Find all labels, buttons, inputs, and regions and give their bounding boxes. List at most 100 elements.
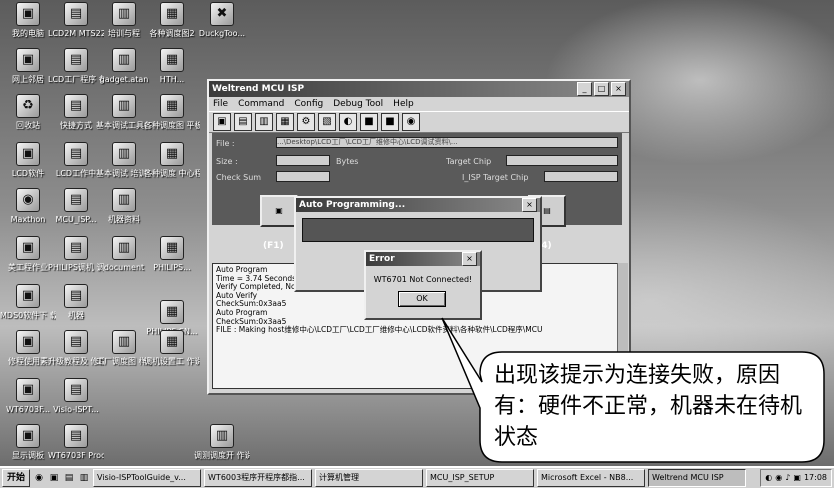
network-icon: ▣ — [16, 48, 40, 72]
desktop-icon[interactable]: ▦调机设置工 作说明 — [144, 330, 200, 367]
taskbar-item-active[interactable]: Weltrend MCU ISP — [648, 469, 747, 487]
recycle-bin-icon: ♻ — [16, 94, 40, 118]
folder-icon: ▤ — [64, 188, 88, 212]
checksum-field — [276, 171, 330, 182]
close-button[interactable]: × — [522, 198, 537, 212]
document-icon: ▦ — [160, 330, 184, 354]
dialog-titlebar[interactable]: Error × — [366, 252, 480, 266]
browser-icon[interactable]: ◉ — [33, 471, 45, 485]
taskbar-item[interactable]: 计算机管理 — [315, 469, 424, 487]
error-dialog: Error × WT6701 Not Connected! OK — [364, 250, 482, 320]
desktop-icon[interactable]: ▦ 各种调度图 平板 — [144, 94, 200, 131]
size-field — [276, 155, 330, 166]
menu-debug-tool[interactable]: Debug Tool — [333, 99, 383, 109]
document-icon: ▥ — [112, 94, 136, 118]
taskbar-item[interactable]: Microsoft Excel - NB8... — [537, 469, 646, 487]
folder-icon: ▤ — [64, 2, 88, 26]
dialog-title: Error — [369, 254, 395, 264]
clock[interactable]: 17:08 — [804, 470, 827, 486]
maximize-button[interactable]: □ — [594, 82, 609, 96]
volume-icon[interactable]: ♪ — [785, 470, 790, 486]
document-icon: ▥ — [112, 236, 136, 260]
window-title: Weltrend MCU ISP — [212, 84, 305, 94]
display-icon: ▣ — [16, 424, 40, 448]
document-icon: ▤ — [64, 378, 88, 402]
error-message: WT6701 Not Connected! — [373, 275, 473, 284]
desktop-icon[interactable]: ▥调测调度开 作说明 — [194, 424, 250, 461]
menu-command[interactable]: Command — [238, 99, 284, 109]
auto-button[interactable]: ▣ — [260, 195, 298, 227]
help-icon[interactable]: ◉ — [402, 113, 420, 131]
document-icon: ▥ — [210, 424, 234, 448]
dialog-titlebar[interactable]: Auto Programming... × — [296, 198, 540, 212]
media-icon[interactable]: ▥ — [78, 471, 90, 485]
display-icon[interactable]: ▣ — [793, 470, 801, 486]
taskbar-item[interactable]: Visio-ISPToolGuide_v... — [93, 469, 202, 487]
minimize-button[interactable]: _ — [577, 82, 592, 96]
erase-icon[interactable]: ■ — [381, 113, 399, 131]
save-icon[interactable]: ▤ — [234, 113, 252, 131]
explorer-icon[interactable]: ▤ — [63, 471, 75, 485]
window-titlebar[interactable]: Weltrend MCU ISP _ □ × — [209, 81, 629, 97]
desktop-icon[interactable]: ▦ 各种调度图2 — [144, 2, 200, 39]
menu-help[interactable]: Help — [393, 99, 414, 109]
desktop-icon[interactable]: ▤WT6703F ProductionT... — [48, 424, 104, 461]
network-icon[interactable]: ◐ — [765, 470, 772, 486]
desktop: ▣我的电脑 ▤LCD2M MTS22 21... ▥培训与程 ▦各种调度图2 ✖… — [0, 0, 834, 466]
dialog-title: Auto Programming... — [299, 200, 406, 210]
folder-icon: ▤ — [64, 142, 88, 166]
stop-icon[interactable]: ■ — [360, 113, 378, 131]
status-icon[interactable]: ◉ — [775, 470, 782, 486]
target-chip-label: Target Chip — [446, 157, 492, 166]
target-chip-field[interactable] — [506, 155, 618, 166]
close-button[interactable]: × — [462, 252, 477, 266]
menu-config[interactable]: Config — [294, 99, 323, 109]
desktop-icon[interactable]: ▤ Visio-ISPT... — [48, 378, 104, 415]
size-label: Size : — [216, 157, 238, 166]
desktop-icon[interactable]: ✖ DuckgToo... — [194, 2, 250, 39]
document-icon: ▦ — [160, 236, 184, 260]
desktop-icon[interactable]: ▤ 机器 — [48, 284, 104, 321]
desktop-icon[interactable]: ▦ PHILIPS... — [144, 236, 200, 273]
menu-bar: File Command Config Debug Tool Help — [209, 97, 629, 111]
tool-icon: ✖ — [210, 2, 234, 26]
desktop-icon[interactable]: ▥ 机器资料 — [96, 188, 152, 225]
folder-icon: ▣ — [16, 330, 40, 354]
program-icon[interactable]: ◐ — [339, 113, 357, 131]
folder-icon: ▣ — [16, 142, 40, 166]
program-icon: ▣ — [16, 378, 40, 402]
document-icon: ▦ — [160, 142, 184, 166]
print-icon[interactable]: ▥ — [255, 113, 273, 131]
folder-icon: ▤ — [64, 284, 88, 308]
document-icon: ▤ — [64, 330, 88, 354]
folder-icon: ▥ — [112, 188, 136, 212]
folder-icon: ▥ — [112, 2, 136, 26]
ok-button[interactable]: OK — [398, 291, 446, 307]
document-icon: ▥ — [112, 142, 136, 166]
document-icon: ▣ — [16, 284, 40, 308]
checksum-label: Check Sum — [216, 173, 262, 182]
shortcut-icon: ▤ — [64, 94, 88, 118]
toolbar: ▣ ▤ ▥ ▦ ⚙ ▧ ◐ ■ ■ ◉ — [209, 111, 629, 133]
callout-text: 出现该提示为连接失败，原因有：硬件不正常，机器未在待机状态 — [494, 363, 803, 450]
taskbar-item[interactable]: WT6003程序开程序都指... — [204, 469, 313, 487]
close-button[interactable]: × — [611, 82, 626, 96]
folder-icon: ▣ — [16, 236, 40, 260]
folder-icon: ▤ — [64, 48, 88, 72]
load-icon[interactable]: ▦ — [276, 113, 294, 131]
settings-icon[interactable]: ⚙ — [297, 113, 315, 131]
desktop-icon[interactable]: ▣ — [48, 471, 60, 485]
menu-file[interactable]: File — [213, 99, 228, 109]
computer-icon: ▣ — [16, 2, 40, 26]
desktop-icon[interactable]: ▦ HTH... — [144, 48, 200, 85]
f1-label: (F1) — [263, 241, 284, 251]
file-label: File : — [216, 139, 235, 148]
verify-icon[interactable]: ▧ — [318, 113, 336, 131]
desktop-icon[interactable]: ▦各种调度 中心程序 — [144, 142, 200, 179]
taskbar-item[interactable]: MCU_ISP_SETUP — [426, 469, 535, 487]
start-button[interactable]: 开始 — [2, 469, 31, 487]
open-icon[interactable]: ▣ — [213, 113, 231, 131]
isp-target-field — [544, 171, 618, 182]
file-path-field[interactable]: ...\Desktop\LCD工厂\LCD工厂维修中心\LCD调试资料\... — [276, 137, 618, 148]
file-icon: ▦ — [160, 48, 184, 72]
